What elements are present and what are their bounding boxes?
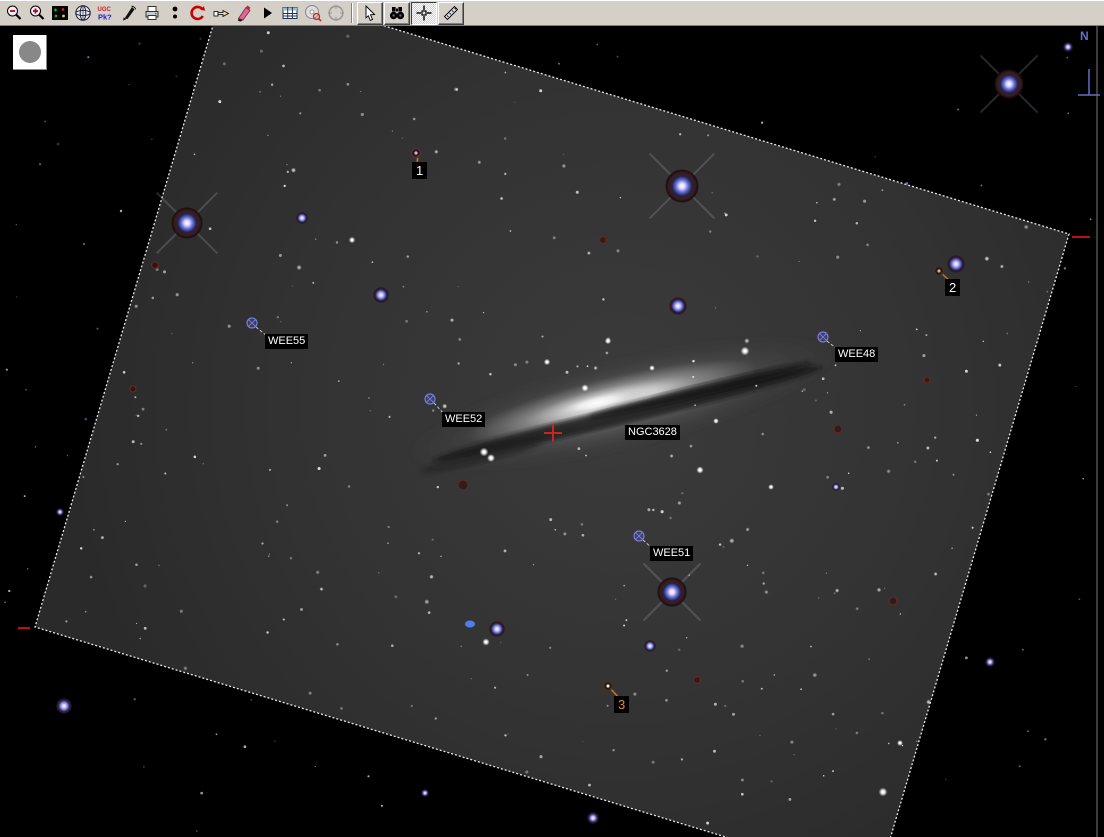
object-label-wee52[interactable]: WEE52 — [442, 412, 486, 427]
measure-ruler-icon — [442, 4, 460, 22]
cd-image-search-icon[interactable] — [302, 3, 323, 24]
object-label-ngc3628[interactable]: NGC3628 — [625, 425, 680, 440]
object-label-1[interactable]: 1 — [412, 162, 428, 179]
object-label-wee51[interactable]: WEE51 — [650, 546, 694, 561]
measure-ruler-button[interactable] — [438, 1, 464, 25]
center-crosshair-button[interactable] — [411, 1, 437, 25]
sky-svg — [4, 26, 1100, 837]
fov-legend-box — [13, 35, 47, 70]
fov-legend-circle-icon — [18, 41, 41, 63]
star-display-settings-icon[interactable] — [49, 3, 70, 24]
globe-coordinates-icon[interactable] — [72, 3, 93, 24]
zoom-in-icon[interactable] — [26, 3, 47, 24]
refresh-redraw-icon[interactable] — [187, 3, 208, 24]
object-label-2[interactable]: 2 — [945, 279, 961, 296]
select-arrow-icon — [361, 4, 379, 22]
pointer-hand-icon[interactable] — [210, 3, 231, 24]
object-label-wee48[interactable]: WEE48 — [835, 347, 879, 362]
north-indicator-label: N — [1080, 29, 1089, 43]
highlight-pen-icon[interactable] — [233, 3, 254, 24]
play-animation-icon[interactable] — [256, 3, 277, 24]
info-exclamation-icon[interactable] — [164, 3, 185, 24]
blue-galaxy-marker — [465, 620, 475, 628]
print-icon[interactable] — [141, 3, 162, 24]
catalog-labels-ugc-icon[interactable]: UGC Pk? — [95, 3, 116, 24]
find-binoculars-icon — [388, 4, 406, 22]
select-arrow-button[interactable] — [357, 1, 383, 25]
svg-text:Pk?: Pk? — [98, 13, 112, 22]
sky-chart-canvas[interactable]: N WEE55 WEE52 WEE48 WEE51 NGC3628 1 2 3 — [0, 26, 1104, 837]
toolbar-separator — [351, 3, 353, 23]
object-label-3[interactable]: 3 — [614, 696, 630, 713]
object-label-wee55[interactable]: WEE55 — [265, 334, 309, 349]
center-crosshair-icon — [415, 4, 433, 22]
data-table-icon[interactable] — [279, 3, 300, 24]
annotate-quill-icon[interactable] — [118, 3, 139, 24]
find-binoculars-button[interactable] — [384, 1, 410, 25]
zoom-out-icon[interactable] — [3, 3, 24, 24]
fov-circle-icon[interactable] — [325, 3, 346, 24]
main-toolbar: UGC Pk? — [0, 0, 1104, 26]
